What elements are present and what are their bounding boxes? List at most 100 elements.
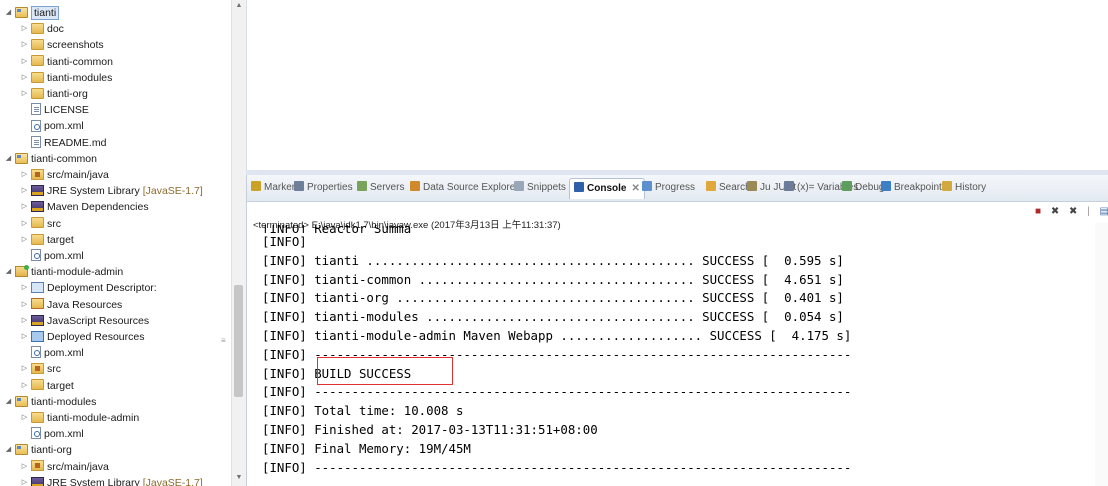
scroll-down-arrow-icon[interactable]: ▼ [232, 474, 246, 481]
collapse-arrow-icon[interactable]: ▷ [20, 232, 29, 248]
tree-item[interactable]: ▷ Java Resources [20, 297, 122, 313]
tab-breakpoints[interactable]: Breakpoints [881, 180, 947, 196]
tree-item[interactable]: ▷ tianti-org [20, 86, 88, 102]
tab-snippets[interactable]: Snippets [514, 180, 566, 196]
tree-scrollbar-thumb[interactable] [234, 285, 243, 397]
close-tab-icon[interactable]: ✕ [631, 183, 639, 194]
tree-item[interactable]: ▷ Maven Dependencies [20, 199, 149, 215]
tree-item[interactable]: ▷ src [20, 361, 61, 377]
scroll-lock-icon[interactable]: ▤ [1100, 206, 1108, 217]
collapse-arrow-icon[interactable]: ▷ [20, 410, 29, 426]
tab-history[interactable]: History [942, 180, 986, 196]
collapse-arrow-icon[interactable]: ▷ [20, 54, 29, 70]
tab-label: Search [719, 182, 751, 193]
tree-item[interactable]: ▷ src/main/java [20, 459, 109, 475]
collapse-arrow-icon[interactable]: ▷ [20, 216, 29, 232]
collapse-arrow-icon[interactable]: ▷ [20, 86, 29, 102]
expand-arrow-icon[interactable]: ◢ [4, 5, 13, 21]
collapse-arrow-icon[interactable]: ▷ [20, 21, 29, 37]
tree-item-label: Java Resources [47, 298, 123, 311]
tree-item[interactable]: ▷ JavaScript Resources [20, 313, 149, 329]
console-line: [INFO] Total time: 10.008 s [262, 403, 464, 419]
tree-item[interactable]: ◢ tianti-common [4, 151, 97, 167]
tree-item[interactable]: ◢ tianti-modules [4, 394, 96, 410]
tree-item[interactable]: README.md [20, 135, 106, 151]
tab-progress[interactable]: Progress [642, 180, 695, 196]
tree-item[interactable]: ◢ tianti [4, 5, 60, 21]
tab-prefix: Ju [760, 182, 774, 193]
tree-item[interactable]: ▷ screenshots [20, 37, 104, 53]
collapse-arrow-icon[interactable]: ▷ [20, 183, 29, 199]
collapse-arrow-icon[interactable]: ▷ [20, 167, 29, 183]
library-icon [31, 201, 44, 213]
tree-item[interactable]: ▷ tianti-module-admin [20, 410, 139, 426]
tree-item-label: screenshots [47, 39, 104, 52]
expand-arrow-icon[interactable]: ◢ [4, 264, 13, 280]
tree-item-label: target [47, 379, 74, 392]
tab-servers[interactable]: Servers [357, 180, 404, 196]
console-line: [INFO] tianti-modules ..................… [262, 309, 844, 325]
collapse-arrow-icon[interactable]: ▷ [20, 459, 29, 475]
expand-arrow-icon[interactable]: ◢ [4, 151, 13, 167]
tree-item[interactable]: ▷ tianti-modules [20, 70, 112, 86]
tree-item-label: tianti-org [31, 444, 72, 457]
library-icon [31, 184, 44, 196]
tree-item[interactable]: ▷ JRE System Library [JavaSE-1.7] [20, 183, 203, 199]
tree-item[interactable]: ▷ src/main/java [20, 167, 109, 183]
folder-icon [31, 217, 44, 229]
source-folder-icon [31, 168, 44, 180]
collapse-arrow-icon[interactable]: ▷ [20, 37, 29, 53]
tab-markers[interactable]: Markers [251, 180, 300, 196]
scroll-up-arrow-icon[interactable]: ▲ [232, 2, 246, 9]
collapse-arrow-icon[interactable]: ▷ [20, 475, 29, 486]
collapse-arrow-icon[interactable]: ▷ [20, 70, 29, 86]
xml-file-icon [31, 249, 41, 262]
tree-item[interactable]: pom.xml [20, 118, 84, 134]
remove-launch-icon[interactable]: ✖ [1051, 206, 1059, 217]
collapse-arrow-icon[interactable]: ▷ [20, 313, 29, 329]
tree-item[interactable]: ▷ src [20, 216, 61, 232]
collapse-arrow-icon[interactable]: ▷ [20, 378, 29, 394]
tab-properties[interactable]: Properties [294, 180, 353, 196]
collapse-arrow-icon[interactable]: ▷ [20, 329, 29, 345]
terminate-icon[interactable]: ■ [1035, 206, 1041, 217]
tree-item-label: src/main/java [47, 460, 109, 473]
expand-arrow-icon[interactable]: ◢ [4, 442, 13, 458]
tree-item[interactable]: pom.xml [20, 345, 84, 361]
expand-arrow-icon[interactable]: ◢ [4, 394, 13, 410]
xml-file-icon [31, 427, 41, 440]
tree-item[interactable]: pom.xml [20, 248, 84, 264]
tab-debug[interactable]: Debug [842, 180, 884, 196]
console-line: [INFO] ---------------------------------… [262, 459, 852, 475]
tree-item[interactable]: ▷ tianti-common [20, 54, 113, 70]
build-success-highlight [317, 357, 453, 385]
tab-data-source-explorer[interactable]: Data Source Explorer [410, 180, 519, 196]
remove-all-terminated-icon[interactable]: ✖ [1069, 206, 1077, 217]
xml-file-icon [31, 119, 41, 132]
web-project-icon [15, 264, 29, 277]
tree-item[interactable]: ▷ Deployed Resources [20, 329, 144, 345]
tab-console[interactable]: Console ✕ [569, 178, 645, 199]
tree-item[interactable]: ▷ doc [20, 21, 64, 37]
collapse-arrow-icon[interactable]: ▷ [20, 361, 29, 377]
collapse-arrow-icon[interactable]: ▷ [20, 199, 29, 215]
tree-item[interactable]: pom.xml [20, 426, 84, 442]
collapse-arrow-icon[interactable]: ▷ [20, 297, 29, 313]
tree-item[interactable]: ◢ tianti-org [4, 442, 72, 458]
tree-item[interactable]: LICENSE [20, 102, 89, 118]
tab-search[interactable]: Search [706, 180, 751, 196]
tree-item[interactable]: ▷ target [20, 378, 74, 394]
collapse-arrow-icon[interactable]: ▷ [20, 280, 29, 296]
console-line: [INFO] tianti-module-admin Maven Webapp … [262, 327, 852, 343]
tree-scrollbar[interactable]: ▲ ▼ [231, 0, 246, 486]
sash-grip-icon[interactable]: ≡ [221, 336, 226, 345]
tree-item-label: JRE System Library [47, 476, 140, 486]
folder-icon [31, 71, 44, 83]
tree-item[interactable]: ◢ tianti-module-admin [4, 264, 123, 280]
project-explorer-tree[interactable]: ◢ tianti ▷ doc ▷ screenshots ▷ tianti-common ▷ ti… [0, 0, 230, 486]
tree-item[interactable]: ▷ target [20, 232, 74, 248]
view-tab-strip: Markers Properties Servers Data Source Expl… [247, 175, 1108, 202]
tree-item[interactable]: ▷ Deployment Descriptor: [20, 280, 157, 296]
tree-item[interactable]: ▷ JRE System Library [JavaSE-1.7] [20, 475, 203, 486]
console-scrollbar[interactable] [1095, 223, 1108, 486]
